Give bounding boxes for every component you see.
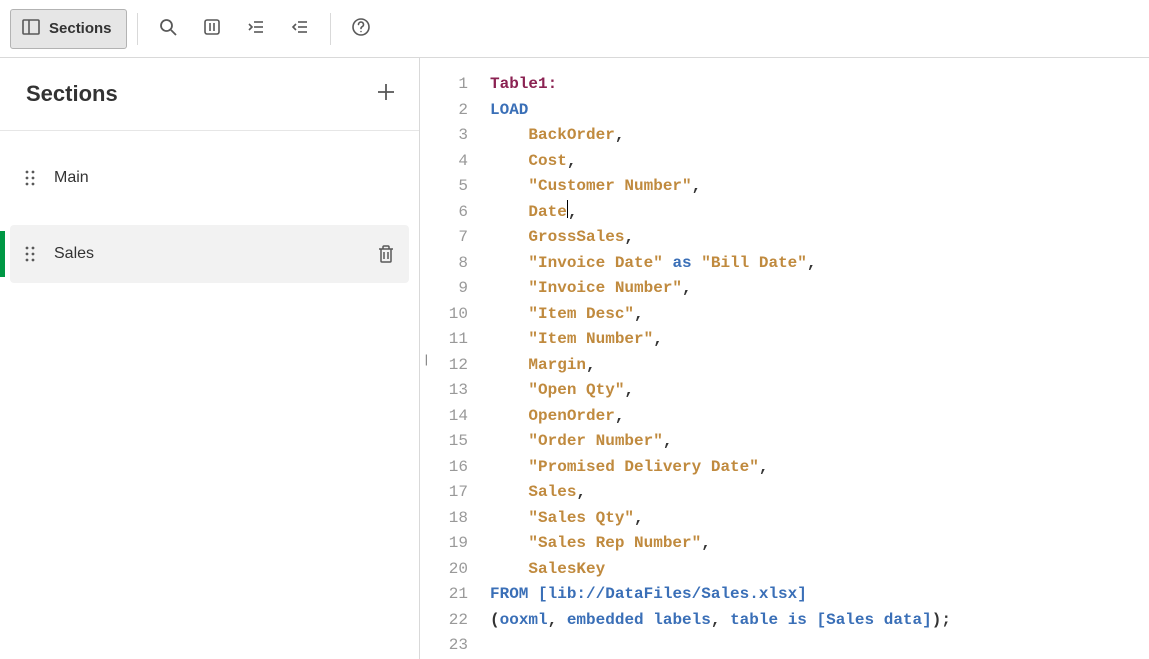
line-number: 8	[420, 251, 468, 277]
search-icon	[158, 17, 178, 40]
line-number: 10	[420, 302, 468, 328]
code-line[interactable]: Table1:	[490, 72, 1139, 98]
line-number: 5	[420, 174, 468, 200]
line-number: 21	[420, 582, 468, 608]
line-number: 18	[420, 506, 468, 532]
line-gutter: 1234567891011121314151617181920212223	[420, 58, 480, 659]
code-line[interactable]: "Open Qty",	[490, 378, 1139, 404]
line-number: 19	[420, 531, 468, 557]
code-line[interactable]: OpenOrder,	[490, 404, 1139, 430]
line-number: 9	[420, 276, 468, 302]
code-line[interactable]: "Sales Rep Number",	[490, 531, 1139, 557]
code-line[interactable]: "Sales Qty",	[490, 506, 1139, 532]
toolbar-separator	[137, 13, 138, 45]
drag-handle-icon[interactable]	[24, 169, 36, 187]
sections-toggle-label: Sections	[49, 20, 112, 37]
code-line[interactable]: "Item Number",	[490, 327, 1139, 353]
line-number: 23	[420, 633, 468, 659]
code-line[interactable]: BackOrder,	[490, 123, 1139, 149]
help-icon	[351, 17, 371, 40]
panel-icon	[21, 17, 41, 41]
indent-button[interactable]	[236, 9, 276, 49]
line-number: 12	[420, 353, 468, 379]
section-item[interactable]: Main	[10, 149, 409, 207]
toolbar: Sections	[0, 0, 1149, 58]
line-number: 13	[420, 378, 468, 404]
line-number: 1	[420, 72, 468, 98]
code-line[interactable]: "Invoice Date" as "Bill Date",	[490, 251, 1139, 277]
line-number: 20	[420, 557, 468, 583]
code-line[interactable]: LOAD	[490, 98, 1139, 124]
code-line[interactable]: FROM [lib://DataFiles/Sales.xlsx]	[490, 582, 1139, 608]
line-number: 15	[420, 429, 468, 455]
section-item[interactable]: Sales	[10, 225, 409, 283]
section-item-label: Main	[54, 169, 395, 187]
line-number: 3	[420, 123, 468, 149]
line-number: 22	[420, 608, 468, 634]
code-line[interactable]: Cost,	[490, 149, 1139, 175]
section-list: Main Sales	[0, 131, 419, 301]
section-item-label: Sales	[54, 245, 359, 263]
code-line[interactable]: "Order Number",	[490, 429, 1139, 455]
code-line[interactable]: "Promised Delivery Date",	[490, 455, 1139, 481]
code-editor[interactable]: 1234567891011121314151617181920212223 Ta…	[420, 58, 1149, 659]
code-line[interactable]: SalesKey	[490, 557, 1139, 583]
sidebar-title: Sections	[26, 81, 118, 107]
search-button[interactable]	[148, 9, 188, 49]
code-line[interactable]: Date,	[490, 200, 1139, 226]
drag-handle-icon[interactable]	[24, 245, 36, 263]
main-area: Sections MainSales || 123456789101112131…	[0, 58, 1149, 659]
code-line[interactable]	[490, 633, 1139, 659]
comment-icon	[202, 17, 222, 40]
code-area[interactable]: Table1:LOAD BackOrder, Cost, "Customer N…	[480, 58, 1149, 659]
sections-sidebar: Sections MainSales ||	[0, 58, 420, 659]
sections-toggle-button[interactable]: Sections	[10, 9, 127, 49]
line-number: 16	[420, 455, 468, 481]
code-line[interactable]: "Customer Number",	[490, 174, 1139, 200]
toolbar-separator	[330, 13, 331, 45]
indent-icon	[246, 17, 266, 40]
line-number: 11	[420, 327, 468, 353]
line-number: 17	[420, 480, 468, 506]
line-number: 6	[420, 200, 468, 226]
code-line[interactable]: Sales,	[490, 480, 1139, 506]
delete-section-button[interactable]	[377, 244, 395, 264]
help-button[interactable]	[341, 9, 381, 49]
outdent-icon	[290, 17, 310, 40]
code-line[interactable]: "Item Desc",	[490, 302, 1139, 328]
line-number: 4	[420, 149, 468, 175]
sidebar-header: Sections	[0, 58, 419, 131]
add-section-button[interactable]	[375, 80, 397, 108]
code-line[interactable]: (ooxml, embedded labels, table is [Sales…	[490, 608, 1139, 634]
line-number: 7	[420, 225, 468, 251]
code-line[interactable]: "Invoice Number",	[490, 276, 1139, 302]
line-number: 2	[420, 98, 468, 124]
comment-button[interactable]	[192, 9, 232, 49]
line-number: 14	[420, 404, 468, 430]
code-line[interactable]: Margin,	[490, 353, 1139, 379]
code-line[interactable]: GrossSales,	[490, 225, 1139, 251]
outdent-button[interactable]	[280, 9, 320, 49]
